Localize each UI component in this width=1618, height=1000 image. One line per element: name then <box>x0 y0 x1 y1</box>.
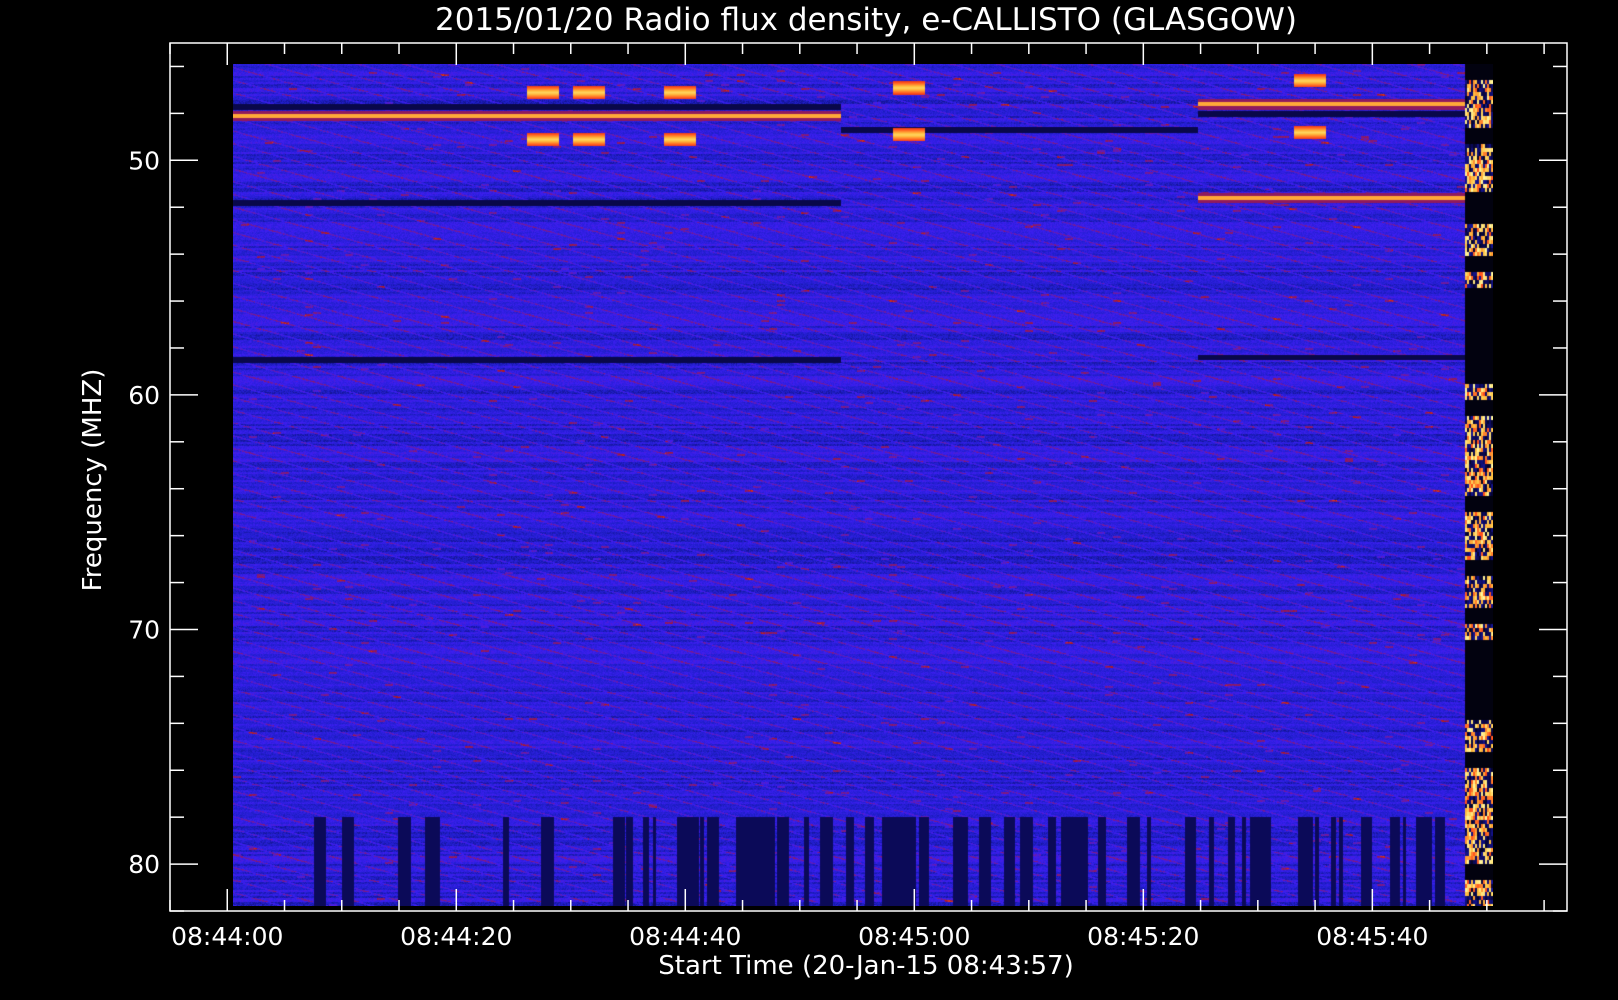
y-tick-label: 70 <box>128 615 160 644</box>
x-axis-label: Start Time (20-Jan-15 08:43:57) <box>658 951 1073 981</box>
y-tick-label: 80 <box>128 850 160 879</box>
y-tick-label: 60 <box>128 381 160 410</box>
y-tick-label: 50 <box>128 146 160 175</box>
spectrogram-raster <box>233 64 1493 906</box>
spectrogram-chart: 2015/01/20 Radio flux density, e-CALLIST… <box>0 0 1618 1000</box>
chart-title: 2015/01/20 Radio flux density, e-CALLIST… <box>435 2 1297 38</box>
y-axis-label: Frequency (MHZ) <box>78 369 108 592</box>
x-tick-label: 08:45:20 <box>1087 922 1199 951</box>
x-tick-label: 08:44:40 <box>629 922 741 951</box>
x-tick-label: 08:44:00 <box>171 922 283 951</box>
x-tick-label: 08:44:20 <box>400 922 512 951</box>
spectrogram-image <box>233 64 1493 906</box>
x-tick-label: 08:45:40 <box>1316 922 1428 951</box>
x-tick-label: 08:45:00 <box>858 922 970 951</box>
